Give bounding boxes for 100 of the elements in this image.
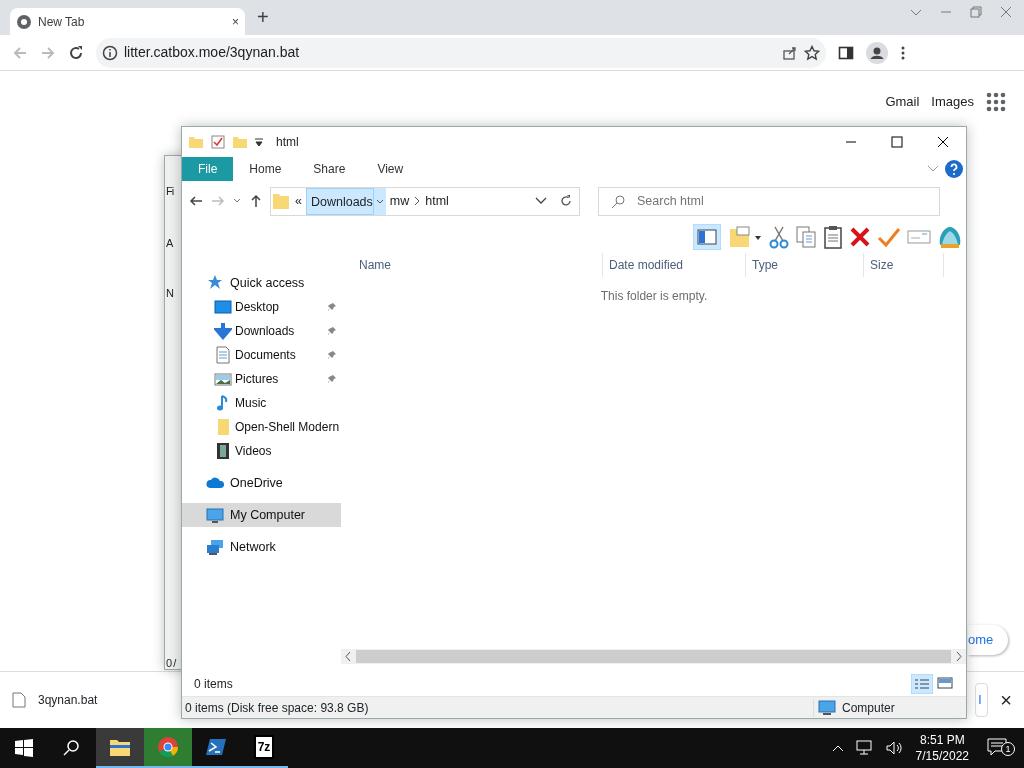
star-icon[interactable] (804, 44, 820, 61)
customize-button[interactable]: ome (968, 625, 1008, 655)
info-icon (102, 44, 118, 61)
reload-icon[interactable] (68, 44, 84, 61)
new-tab-button[interactable]: + (257, 2, 269, 32)
share-icon[interactable] (782, 44, 798, 61)
tab-close-button[interactable]: × (232, 12, 239, 31)
dropdown-icon[interactable] (535, 196, 547, 206)
clock[interactable]: 8:51 PM 7/15/2022 (915, 732, 969, 764)
column-header[interactable]: Size (864, 253, 944, 277)
nav-item[interactable]: Pictures (182, 367, 341, 391)
nav-item[interactable]: Desktop (182, 295, 341, 319)
restore-icon[interactable] (970, 6, 982, 18)
chevron-icon[interactable] (927, 164, 939, 174)
nav-item[interactable]: My Computer (182, 503, 341, 527)
layout-icon[interactable] (693, 224, 721, 250)
browser-tab[interactable]: New Tab × (10, 8, 245, 35)
status-location: Computer (842, 699, 895, 717)
help-icon[interactable] (945, 160, 963, 178)
breadcrumb-item[interactable]: html (421, 187, 453, 215)
thumbnail-view-icon[interactable] (936, 674, 954, 692)
nav-label: My Computer (230, 506, 306, 524)
nav-label: OneDrive (230, 474, 283, 492)
refresh-icon[interactable] (559, 194, 573, 208)
breadcrumb-item[interactable]: Downloads (305, 187, 374, 215)
star-icon (206, 274, 224, 292)
search-icon[interactable] (63, 739, 81, 757)
column-header[interactable]: Type (746, 253, 864, 277)
details-view-icon[interactable] (911, 674, 933, 694)
address-bar[interactable]: litter.catbox.moe/3qynan.bat (96, 37, 826, 68)
download-filename[interactable]: 3qynan.bat (38, 691, 98, 709)
ribbon-tab[interactable]: Home (233, 157, 298, 181)
network-icon (206, 538, 224, 556)
shell-icon[interactable] (937, 225, 963, 249)
picture-icon (214, 370, 232, 388)
taskbar-app[interactable] (96, 728, 144, 768)
notification-button[interactable]: 1 (987, 738, 1015, 758)
computer-icon (206, 506, 224, 524)
nav-label: Downloads (235, 323, 296, 340)
column-header[interactable]: Date modified (603, 253, 746, 277)
checkmark-icon[interactable] (877, 226, 901, 248)
search-field[interactable]: Search html (598, 186, 940, 216)
menu-icon[interactable] (900, 44, 906, 61)
nav-label: Pictures (235, 371, 280, 388)
browser-logo-icon (157, 736, 179, 758)
profile-icon[interactable] (866, 41, 888, 64)
computer-icon (818, 699, 836, 716)
nav-label: Quick access (230, 274, 305, 292)
checklist-icon[interactable] (210, 134, 226, 150)
column-header[interactable]: Name (341, 253, 603, 277)
nav-item[interactable]: Downloads (182, 319, 341, 343)
browser-logo-icon (16, 13, 32, 30)
nav-item[interactable]: Quick access (182, 271, 341, 295)
item-count: 0 items (194, 676, 233, 693)
nav-item[interactable]: Network (182, 535, 341, 559)
terminal-icon (205, 736, 227, 758)
start-icon[interactable] (15, 739, 33, 757)
nav-item[interactable]: OneDrive (182, 471, 341, 495)
nav-label: Music (235, 395, 268, 412)
url-text: litter.catbox.moe/3qynan.bat (124, 43, 301, 62)
apps-icon[interactable] (986, 92, 1006, 112)
copy-icon[interactable] (795, 225, 817, 249)
download-close-button[interactable]: × (1000, 685, 1012, 715)
address-field[interactable]: « Downloads mw html (270, 186, 580, 216)
scissors-icon[interactable] (769, 225, 789, 249)
ribbon-tab[interactable]: Share (297, 157, 362, 181)
nav-item[interactable]: Open-Shell Modern (182, 415, 341, 439)
status-text: 0 items (Disk free space: 93.8 GB) (185, 699, 369, 717)
file-icon (12, 692, 26, 708)
chevron-up-icon[interactable] (831, 743, 844, 753)
taskbar-app[interactable]: 7z (240, 728, 288, 768)
link[interactable]: Gmail (885, 92, 920, 112)
message-icon (987, 738, 1007, 756)
window-text: N (166, 286, 173, 301)
side-panel-icon[interactable] (838, 44, 854, 61)
dropdown-icon[interactable] (254, 137, 264, 147)
volume-icon[interactable] (885, 740, 904, 756)
horizontal-scrollbar[interactable] (341, 649, 966, 664)
network-icon[interactable] (855, 740, 874, 756)
nav-item[interactable]: Documents (182, 343, 341, 367)
separator-icon (413, 196, 422, 206)
clock-date: 7/15/2022 (915, 748, 969, 764)
link[interactable]: Images (931, 92, 974, 112)
ribbon-tab[interactable]: View (361, 157, 420, 181)
search-icon (610, 193, 626, 210)
nav-label: Network (230, 538, 276, 556)
nav-item[interactable]: Videos (182, 439, 341, 463)
folder-icon (271, 192, 291, 210)
clipboard-icon[interactable] (823, 225, 843, 249)
clock-time: 8:51 PM (919, 732, 965, 748)
window-text: A (166, 236, 173, 251)
window-title: html (276, 134, 299, 151)
breadcrumb-item[interactable]: mw (385, 187, 414, 215)
show-all-button[interactable]: l (975, 683, 989, 717)
film-icon (214, 442, 232, 460)
maximize-icon[interactable] (888, 134, 906, 150)
delete-icon[interactable] (849, 226, 871, 248)
breadcrumb-item[interactable]: « (291, 187, 306, 215)
nav-item[interactable]: Music (182, 391, 341, 415)
nav-label: Videos (235, 443, 273, 460)
